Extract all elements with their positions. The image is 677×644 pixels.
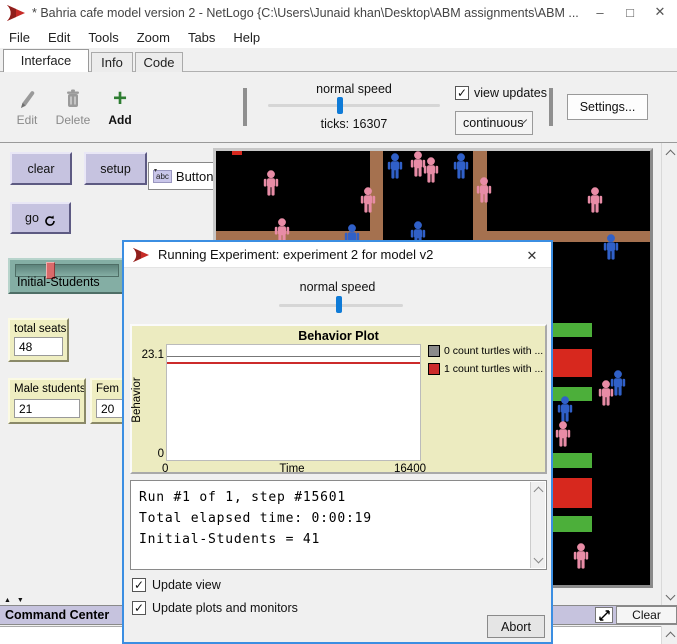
export-icon[interactable]	[595, 607, 613, 623]
main-vertical-scrollbar[interactable]	[661, 143, 677, 607]
update-plots-checkbox[interactable]: ✓ Update plots and monitors	[132, 601, 298, 615]
tab-code[interactable]: Code	[135, 52, 183, 72]
delete-widget-button[interactable]: Delete	[52, 84, 94, 127]
plus-icon: +	[113, 88, 127, 110]
plot-line-series1	[167, 362, 420, 364]
pink-student-turtle	[358, 187, 378, 213]
pencil-icon	[6, 84, 48, 110]
settings-button[interactable]: Settings...	[567, 94, 648, 120]
edit-widget-button[interactable]: Edit	[6, 84, 48, 127]
command-center-title: Command Center	[5, 608, 109, 622]
ticks-counter: ticks: 16307	[268, 117, 440, 131]
plot-title: Behavior Plot	[132, 329, 545, 343]
plot-x-axis-label: Time	[252, 463, 332, 475]
netlogo-flag-icon	[132, 247, 150, 263]
plot-ymax-tick: 23.1	[134, 349, 164, 361]
plot-ymin-tick: 0	[134, 448, 164, 460]
menu-tools[interactable]: Tools	[79, 30, 127, 45]
pink-student-turtle	[571, 543, 591, 569]
tab-info[interactable]: Info	[91, 52, 133, 72]
menu-edit[interactable]: Edit	[39, 30, 79, 45]
plot-line-series0	[167, 356, 420, 357]
plot-xmin-tick: 0	[162, 463, 168, 475]
checkmark-icon: ✓	[132, 601, 146, 615]
dialog-speed-label: normal speed	[124, 280, 551, 294]
plot-y-axis-label: Behavior	[131, 370, 143, 430]
command-center-clear-button[interactable]: Clear	[616, 606, 677, 624]
scroll-up-icon[interactable]	[530, 482, 546, 498]
menu-bar: File Edit Tools Zoom Tabs Help	[0, 26, 677, 48]
dialog-speed-slider-thumb[interactable]	[336, 296, 342, 313]
go-button[interactable]: go	[10, 202, 71, 234]
pink-student-turtle	[261, 170, 281, 196]
experiment-console[interactable]: Run #1 of 1, step #15601 Total elapsed t…	[130, 480, 547, 570]
trash-icon	[52, 84, 94, 110]
view-updates-checkbox[interactable]: ✓ view updates	[455, 86, 547, 100]
plot-area	[166, 344, 421, 461]
scroll-up-icon[interactable]	[662, 145, 677, 161]
update-mode-dropdown[interactable]: continuous	[455, 111, 533, 135]
setup-button[interactable]: setup	[84, 152, 147, 185]
checkmark-icon: ✓	[455, 86, 469, 100]
behavior-plot: Behavior Plot 23.1 0 Behavior 0 Time 164…	[130, 324, 547, 474]
dialog-title-bar[interactable]: Running Experiment: experiment 2 for mod…	[124, 242, 551, 268]
close-button[interactable]: ✕	[645, 0, 675, 24]
speed-slider-label: normal speed	[268, 82, 440, 96]
legend-swatch-red	[428, 363, 440, 375]
initial-students-slider[interactable]: Initial-Students	[8, 258, 126, 294]
scroll-down-icon[interactable]	[662, 589, 677, 605]
clear-button[interactable]: clear	[10, 152, 72, 185]
plot-xmax-tick: 16400	[384, 463, 426, 475]
blue-student-turtle	[385, 153, 405, 179]
slider-label: Initial-Students	[17, 275, 100, 289]
legend-item-1: 1 count turtles with ...	[428, 363, 543, 375]
command-center-splitter[interactable]: ▲ ▼	[4, 597, 26, 604]
title-bar: * Bahria cafe model version 2 - NetLogo …	[0, 0, 677, 26]
total-seats-monitor: total seats 48	[8, 318, 69, 362]
speed-slider[interactable]	[268, 104, 440, 107]
male-students-monitor: Male students 21	[8, 378, 86, 424]
forever-icon	[44, 215, 56, 227]
update-view-checkbox[interactable]: ✓ Update view	[132, 578, 221, 592]
add-widget-button[interactable]: + Add	[99, 84, 141, 127]
netlogo-flag-icon	[6, 4, 26, 22]
blue-student-turtle	[555, 396, 575, 422]
running-experiment-dialog: Running Experiment: experiment 2 for mod…	[122, 240, 553, 644]
pink-student-turtle	[421, 157, 441, 183]
menu-help[interactable]: Help	[224, 30, 269, 45]
toolbar-separator	[243, 88, 247, 126]
menu-tabs[interactable]: Tabs	[179, 30, 224, 45]
tab-bar: Interface Info Code	[0, 48, 677, 72]
blue-student-turtle	[601, 234, 621, 260]
console-scrollbar[interactable]	[530, 482, 545, 568]
menu-file[interactable]: File	[0, 30, 39, 45]
netlogo-window: * Bahria cafe model version 2 - NetLogo …	[0, 0, 677, 644]
scroll-down-icon[interactable]	[530, 552, 546, 568]
minimize-button[interactable]: –	[585, 0, 615, 24]
pink-student-turtle	[553, 421, 573, 447]
toolbar: Edit Delete + Add ▾abc Button ▼ normal s…	[0, 72, 677, 143]
pink-student-turtle	[474, 177, 494, 203]
pink-student-turtle	[596, 380, 616, 406]
dialog-close-button[interactable]: ✕	[519, 246, 545, 266]
pink-student-turtle	[585, 187, 605, 213]
maximize-button[interactable]: □	[615, 0, 645, 24]
command-scrollbar[interactable]	[661, 626, 677, 644]
tab-interface[interactable]: Interface	[3, 49, 89, 72]
menu-zoom[interactable]: Zoom	[128, 30, 179, 45]
toolbar-separator-2	[549, 88, 553, 126]
checkmark-icon: ✓	[132, 578, 146, 592]
legend-item-0: 0 count turtles with ...	[428, 345, 543, 357]
scroll-up-icon[interactable]	[662, 627, 677, 643]
dialog-title: Running Experiment: experiment 2 for mod…	[158, 247, 433, 262]
abc-widget-icon: ▾abc	[153, 170, 172, 183]
speed-slider-thumb[interactable]	[337, 97, 343, 114]
abort-button[interactable]: Abort	[487, 615, 545, 638]
window-title: * Bahria cafe model version 2 - NetLogo …	[32, 6, 579, 20]
legend-swatch-gray	[428, 345, 440, 357]
red-turtle-fragment	[232, 151, 242, 155]
blue-student-turtle	[451, 153, 471, 179]
console-text: Run #1 of 1, step #15601 Total elapsed t…	[139, 487, 372, 550]
